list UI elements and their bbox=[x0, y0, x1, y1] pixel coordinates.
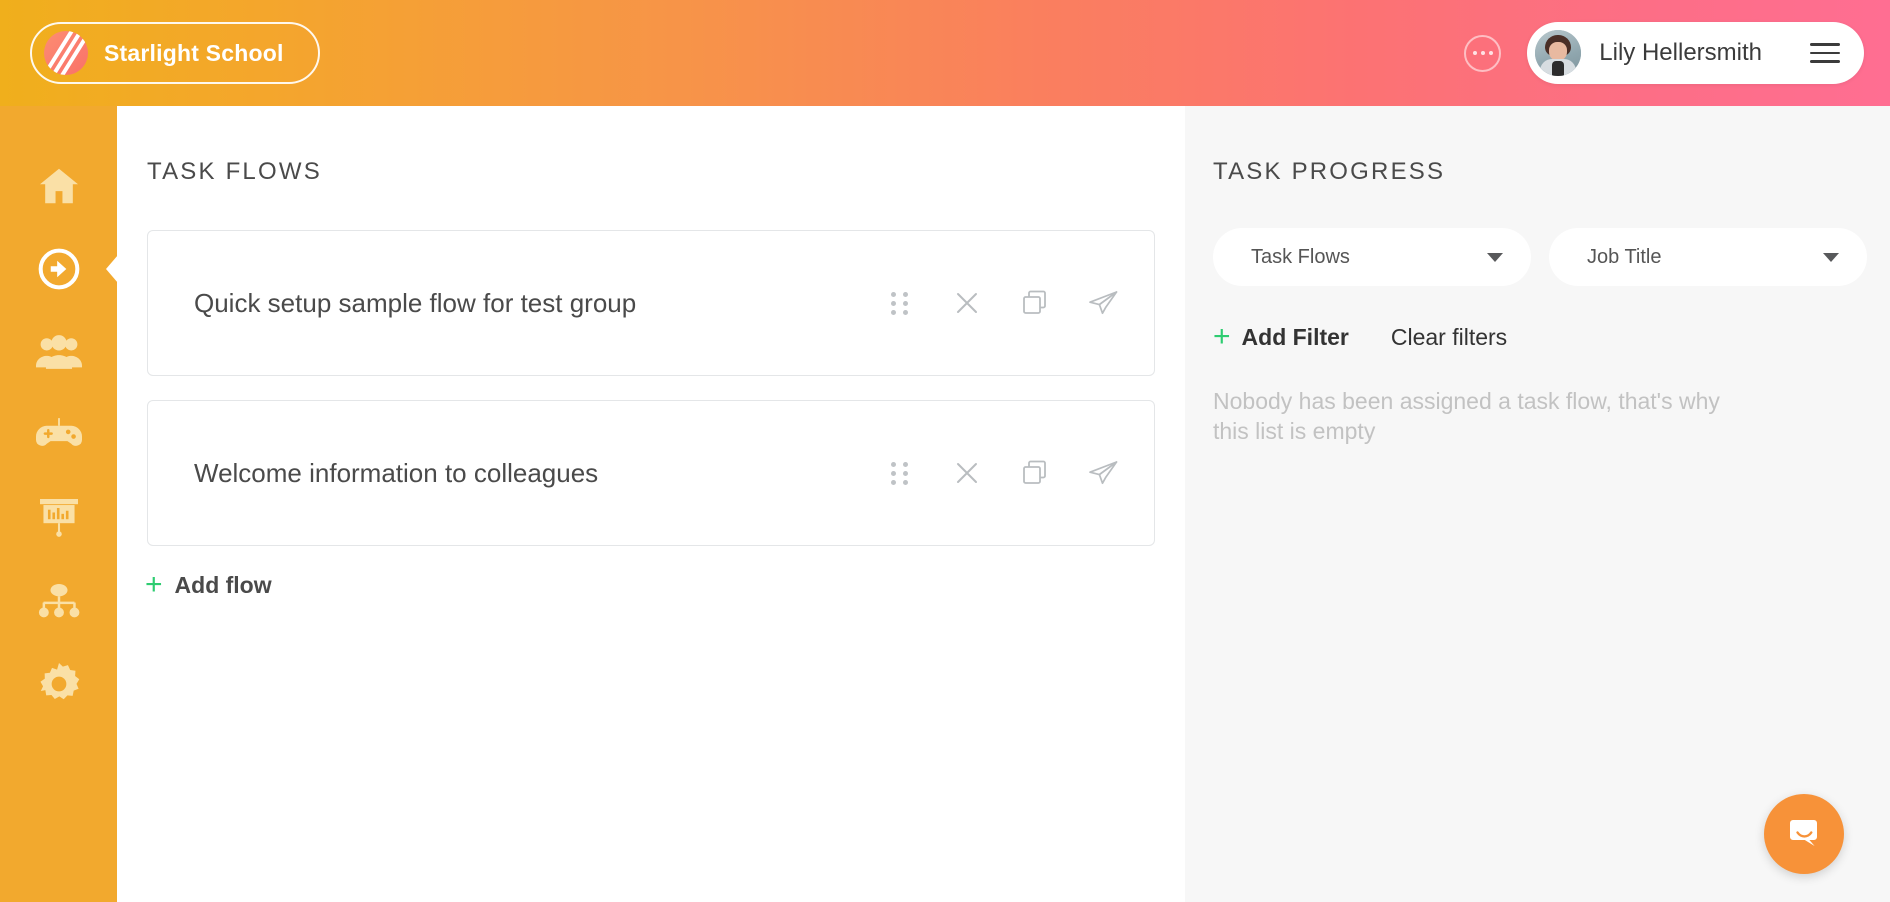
diagonal-stripes-logo-icon bbox=[44, 31, 88, 75]
dropdown-job-title[interactable]: Job Title bbox=[1549, 228, 1867, 286]
header-right-cluster: Lily Hellersmith bbox=[1464, 22, 1890, 84]
filter-actions: + Add Filter Clear filters bbox=[1213, 322, 1890, 352]
main-content-area: TASK FLOWS Quick setup sample flow for t… bbox=[117, 106, 1185, 902]
brand-logo-pill[interactable]: Starlight School bbox=[30, 22, 320, 84]
user-name: Lily Hellersmith bbox=[1599, 39, 1762, 66]
sidebar-item-presentations[interactable] bbox=[0, 476, 117, 559]
chevron-down-icon bbox=[1823, 252, 1839, 262]
add-flow-label: Add flow bbox=[174, 571, 272, 598]
empty-state-message: Nobody has been assigned a task flow, th… bbox=[1213, 388, 1720, 445]
close-icon[interactable] bbox=[952, 458, 982, 488]
home-icon bbox=[38, 167, 80, 205]
plus-icon: + bbox=[1213, 320, 1231, 353]
clear-filters-button[interactable]: Clear filters bbox=[1391, 324, 1507, 351]
sidebar-item-home[interactable] bbox=[0, 144, 117, 227]
dropdown-task-flows-value: Task Flows bbox=[1251, 245, 1350, 268]
task-flow-actions bbox=[884, 288, 1118, 318]
filters-row: Task Flows Job Title bbox=[1213, 228, 1890, 286]
sidebar-item-settings[interactable] bbox=[0, 642, 117, 725]
task-progress-title: TASK PROGRESS bbox=[1213, 158, 1446, 185]
dropdown-task-flows[interactable]: Task Flows bbox=[1213, 228, 1531, 286]
close-icon[interactable] bbox=[952, 288, 982, 318]
send-icon[interactable] bbox=[1088, 288, 1118, 318]
arrow-right-circle-icon bbox=[37, 247, 81, 291]
left-sidebar-nav bbox=[0, 106, 118, 902]
dropdown-job-title-value: Job Title bbox=[1587, 245, 1662, 268]
top-header-bar: Starlight School Lily Hellersmith bbox=[0, 0, 1890, 106]
task-flow-card[interactable]: Welcome information to colleagues bbox=[147, 400, 1155, 546]
task-flow-actions bbox=[884, 458, 1118, 488]
sidebar-item-org-chart[interactable] bbox=[0, 559, 117, 642]
people-group-icon bbox=[35, 334, 82, 369]
gamepad-icon bbox=[35, 417, 82, 452]
hierarchy-icon bbox=[37, 583, 81, 618]
sidebar-item-people[interactable] bbox=[0, 310, 117, 393]
page-title: TASK FLOWS bbox=[147, 158, 322, 185]
gear-icon bbox=[38, 662, 80, 705]
chat-bubble-smile-icon bbox=[1784, 812, 1824, 857]
drag-handle-icon[interactable] bbox=[884, 458, 914, 488]
drag-handle-icon[interactable] bbox=[884, 288, 914, 318]
sidebar-item-gamification[interactable] bbox=[0, 393, 117, 476]
presentation-board-icon bbox=[38, 498, 80, 537]
user-account-pill[interactable]: Lily Hellersmith bbox=[1527, 22, 1864, 84]
send-icon[interactable] bbox=[1088, 458, 1118, 488]
task-flow-title: Welcome information to colleagues bbox=[194, 457, 599, 488]
plus-icon: + bbox=[145, 568, 163, 601]
task-flow-card[interactable]: Quick setup sample flow for test group bbox=[147, 230, 1155, 376]
chat-launcher-button[interactable] bbox=[1764, 794, 1844, 874]
ellipsis-icon[interactable] bbox=[1464, 34, 1502, 72]
active-indicator-notch bbox=[106, 254, 118, 283]
add-filter-label: Add Filter bbox=[1241, 323, 1349, 350]
duplicate-icon[interactable] bbox=[1020, 288, 1050, 318]
sidebar-item-onboarding[interactable] bbox=[0, 227, 118, 310]
task-flow-title: Quick setup sample flow for test group bbox=[194, 287, 637, 318]
task-flow-list: Quick setup sample flow for test group W… bbox=[147, 230, 1155, 546]
chevron-down-icon bbox=[1487, 252, 1503, 262]
add-filter-button[interactable]: + Add Filter bbox=[1213, 322, 1349, 352]
task-progress-panel: TASK PROGRESS Task Flows Job Title + Add… bbox=[1185, 106, 1890, 902]
avatar bbox=[1535, 30, 1582, 76]
duplicate-icon[interactable] bbox=[1020, 458, 1050, 488]
hamburger-menu-icon[interactable] bbox=[1810, 43, 1840, 63]
add-flow-button[interactable]: + Add flow bbox=[145, 570, 1185, 600]
brand-name: Starlight School bbox=[104, 39, 284, 66]
